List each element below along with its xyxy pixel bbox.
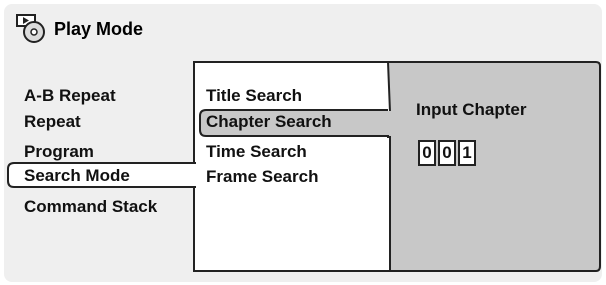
header: Play Mode	[16, 14, 143, 44]
menu-item-ab-repeat[interactable]: A-B Repeat	[24, 86, 116, 106]
menu-item-search-mode[interactable]: Search Mode	[24, 166, 130, 186]
menu-item-program[interactable]: Program	[24, 142, 94, 162]
submenu-item-title-search[interactable]: Title Search	[206, 86, 302, 106]
disc-play-icon	[16, 14, 45, 43]
submenu-item-chapter-search[interactable]: Chapter Search	[206, 112, 332, 132]
menu-item-repeat[interactable]: Repeat	[24, 112, 81, 132]
page-title: Play Mode	[54, 18, 144, 39]
panel-box	[386, 61, 601, 272]
submenu-item-time-search[interactable]: Time Search	[206, 142, 307, 162]
menu-item-command-stack[interactable]: Command Stack	[24, 197, 157, 217]
chapter-number-input[interactable]: 0 0 1	[418, 140, 478, 166]
tab-joiner	[190, 164, 196, 186]
chapter-digit-2[interactable]: 0	[438, 140, 456, 166]
chapter-digit-3[interactable]: 1	[458, 140, 476, 166]
submenu-item-frame-search[interactable]: Frame Search	[206, 167, 318, 187]
input-chapter-label: Input Chapter	[416, 100, 527, 119]
chapter-digit-1[interactable]: 0	[418, 140, 436, 166]
band-joiner	[386, 111, 392, 135]
